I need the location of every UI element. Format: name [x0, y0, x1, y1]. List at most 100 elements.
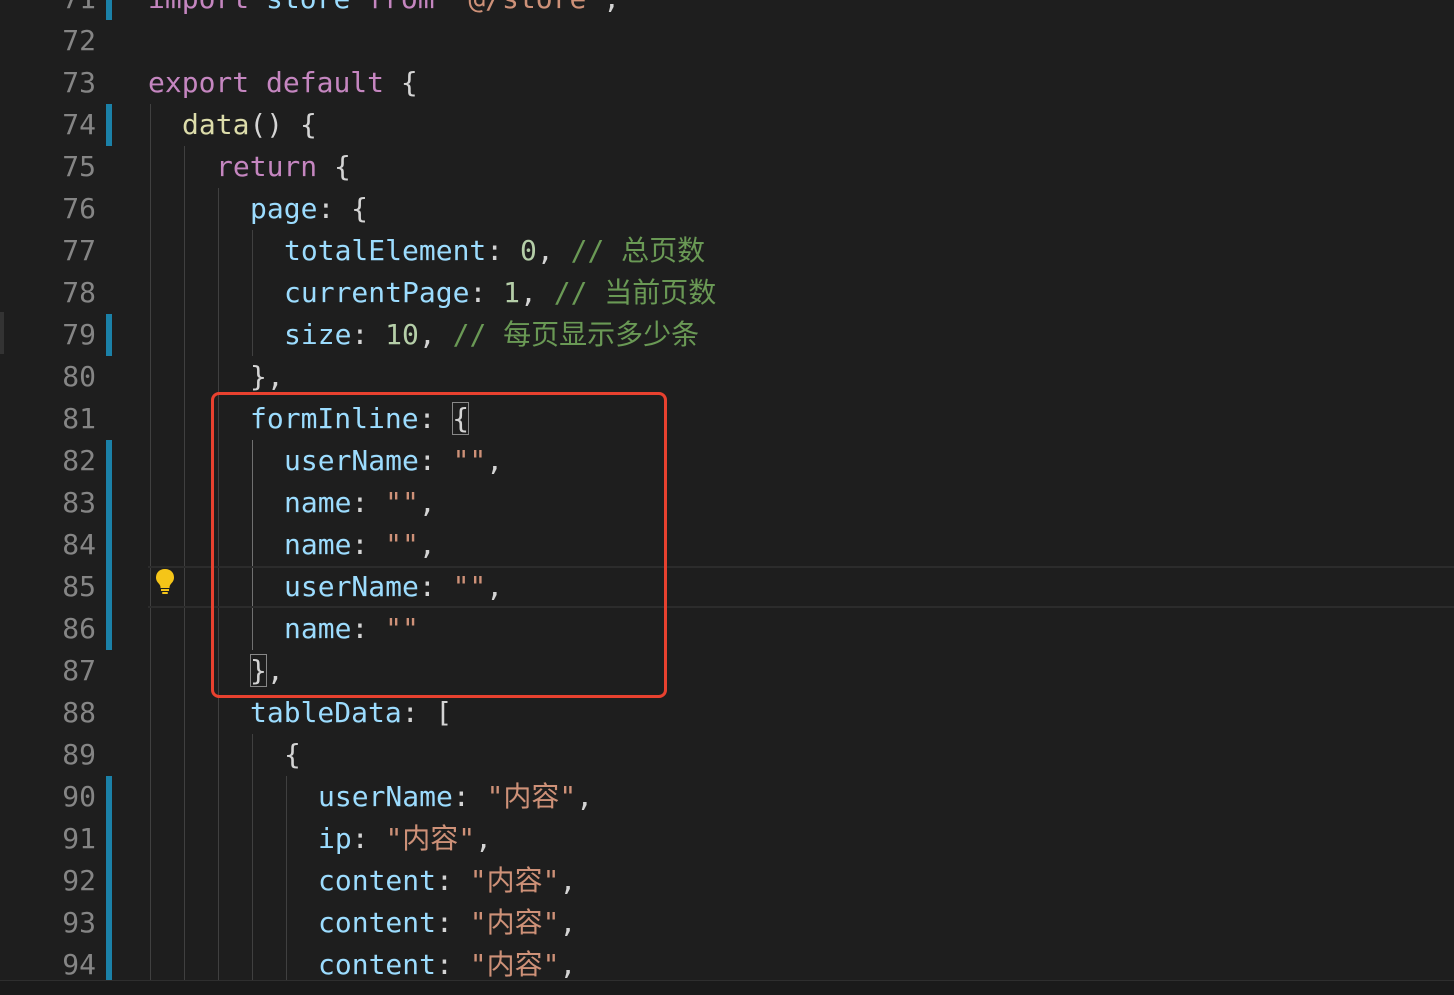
code-token: data	[182, 108, 250, 141]
code-token: from	[367, 0, 451, 15]
code-line[interactable]: 89 {	[0, 734, 1454, 776]
code-token: ,	[576, 780, 594, 813]
code-line[interactable]: 77 totalElement: 0, // 总页数	[0, 230, 1454, 272]
code-line[interactable]: 72	[0, 20, 1454, 62]
modified-line-marker	[106, 902, 112, 944]
code-token: ip	[318, 822, 352, 855]
code-token: ;	[603, 0, 620, 15]
line-number: 91	[62, 822, 96, 855]
indent-guide	[150, 818, 151, 860]
code-text: currentPage: 1, // 当前页数	[284, 272, 716, 314]
line-number: 93	[62, 906, 96, 939]
line-number: 90	[62, 780, 96, 813]
code-line[interactable]: 75 return {	[0, 146, 1454, 188]
scroll-marker	[0, 312, 4, 354]
line-number: 87	[62, 654, 96, 687]
indent-guide	[218, 230, 219, 272]
code-token: "@/store"	[451, 0, 603, 15]
indent-guide	[150, 188, 151, 230]
indent-guide	[184, 692, 185, 734]
code-line[interactable]: 88 tableData: [	[0, 692, 1454, 734]
modified-line-marker	[106, 482, 112, 524]
line-number: 74	[62, 108, 96, 141]
code-line[interactable]: 73 export default {	[0, 62, 1454, 104]
code-line[interactable]: 78 currentPage: 1, // 当前页数	[0, 272, 1454, 314]
code-token: () {	[249, 108, 317, 141]
indent-guide	[218, 818, 219, 860]
code-text: return {	[216, 146, 351, 188]
code-token: store	[266, 0, 367, 15]
code-line[interactable]: 92 content: "内容",	[0, 860, 1454, 902]
code-line[interactable]: 71 import store from "@/store";	[0, 0, 1454, 20]
modified-line-marker	[106, 440, 112, 482]
code-token: ,	[475, 822, 493, 855]
lightbulb-icon[interactable]	[150, 566, 180, 596]
indent-guide	[150, 356, 151, 398]
code-token: "内容"	[469, 864, 560, 897]
indent-guide	[150, 104, 151, 146]
line-number: 75	[62, 150, 96, 183]
code-text: {	[284, 734, 301, 776]
modified-line-marker	[106, 608, 112, 650]
modified-line-marker	[106, 524, 112, 566]
modified-line-marker	[106, 104, 112, 146]
code-token: default	[266, 66, 401, 99]
modified-line-marker	[106, 818, 112, 860]
indent-guide	[184, 356, 185, 398]
code-token: export	[148, 66, 267, 99]
code-token: :	[436, 948, 470, 981]
indent-guide	[150, 608, 151, 650]
indent-guide	[218, 314, 219, 356]
code-line[interactable]: 90 userName: "内容",	[0, 776, 1454, 818]
code-text: content: "内容",	[318, 902, 576, 944]
indent-guide	[150, 524, 151, 566]
code-line[interactable]: 91 ip: "内容",	[0, 818, 1454, 860]
indent-guide	[184, 440, 185, 482]
code-token: :	[469, 276, 504, 309]
line-number: 89	[62, 738, 96, 771]
indent-guide	[252, 734, 253, 776]
code-token: currentPage	[284, 276, 470, 309]
code-line[interactable]: 79 size: 10, // 每页显示多少条	[0, 314, 1454, 356]
code-token: : [	[401, 696, 453, 729]
code-token: // 每页显示多少条	[452, 318, 700, 351]
indent-guide	[184, 188, 185, 230]
code-line[interactable]: 74 data() {	[0, 104, 1454, 146]
code-token: :	[351, 318, 386, 351]
code-token: {	[400, 66, 418, 99]
code-token: "内容"	[385, 822, 476, 855]
indent-guide	[184, 734, 185, 776]
line-number: 82	[62, 444, 96, 477]
code-line[interactable]: 93 content: "内容",	[0, 902, 1454, 944]
indent-guide	[252, 860, 253, 902]
indent-guide	[218, 272, 219, 314]
line-number: 78	[62, 276, 96, 309]
line-number: 83	[62, 486, 96, 519]
indent-guide	[252, 230, 253, 272]
line-number: 92	[62, 864, 96, 897]
line-number: 72	[62, 24, 96, 57]
code-token: return	[216, 150, 335, 183]
code-token: content	[318, 906, 437, 939]
code-text: ip: "内容",	[318, 818, 492, 860]
modified-line-marker	[106, 566, 112, 608]
code-token: : {	[317, 192, 369, 225]
code-token: :	[486, 234, 521, 267]
indent-guide	[184, 398, 185, 440]
code-token: ,	[520, 276, 554, 309]
indent-guide	[150, 734, 151, 776]
indent-guide	[150, 860, 151, 902]
indent-guide	[252, 272, 253, 314]
code-token: ,	[559, 948, 577, 981]
code-token: :	[452, 780, 487, 813]
code-line[interactable]: 76 page: {	[0, 188, 1454, 230]
indent-guide	[252, 818, 253, 860]
code-token: 10	[385, 318, 419, 351]
indent-guide	[218, 902, 219, 944]
indent-guide	[150, 440, 151, 482]
code-token: ,	[559, 906, 577, 939]
indent-guide	[218, 734, 219, 776]
indent-guide	[218, 776, 219, 818]
indent-guide	[252, 776, 253, 818]
indent-guide	[184, 902, 185, 944]
